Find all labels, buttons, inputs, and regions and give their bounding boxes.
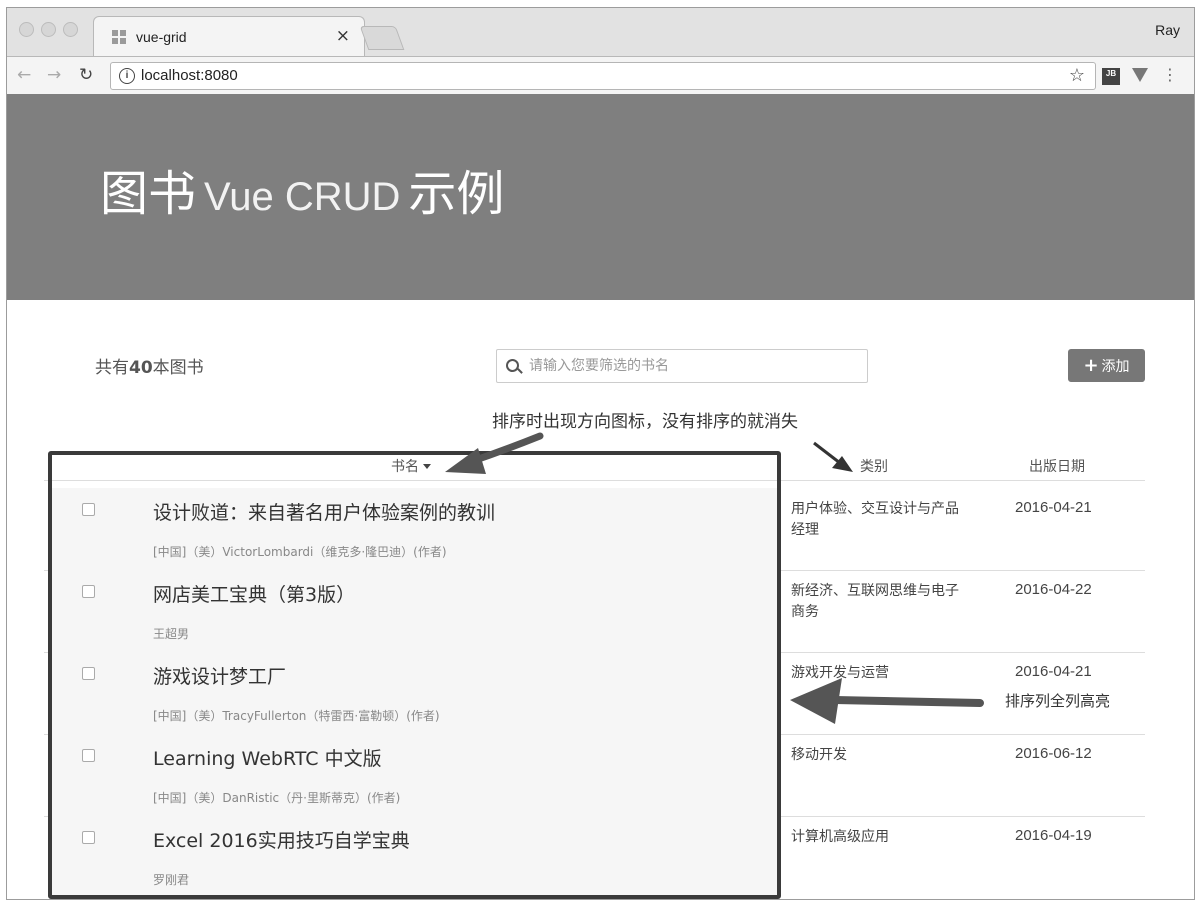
add-book-button[interactable]: + 添加 — [1068, 349, 1145, 382]
annotation-highlight-note: 排序列全列高亮 — [1005, 692, 1111, 710]
profile-name[interactable]: Ray — [1155, 22, 1180, 38]
book-count: 共有40本图书 — [95, 353, 204, 378]
page-title-en: Vue CRUD — [204, 175, 401, 219]
row-checkbox[interactable] — [82, 503, 95, 516]
book-author: [中国]（美）TracyFullerton（特雷西·富勒顿）(作者) — [153, 709, 440, 723]
tab-strip: vue-grid × Ray — [7, 8, 1194, 57]
back-arrow-icon[interactable]: ← — [17, 65, 31, 85]
table-row: 设计败道：来自著名用户体验案例的教训 [中国]（美）VictorLombardi… — [44, 488, 1145, 571]
row-checkbox[interactable] — [82, 667, 95, 680]
book-date: 2016-04-21 — [1015, 663, 1092, 680]
search-icon — [506, 359, 519, 372]
column-header-date[interactable]: 出版日期 — [1029, 456, 1085, 476]
book-title: Learning WebRTC 中文版 — [153, 748, 382, 770]
address-bar[interactable]: i localhost:8080 ☆ — [110, 62, 1096, 90]
row-checkbox[interactable] — [82, 749, 95, 762]
search-box — [496, 349, 868, 383]
url-text[interactable]: localhost:8080 — [141, 67, 238, 84]
table-header: 书名 类别 出版日期 — [44, 448, 1145, 481]
book-author: [中国]（美）DanRistic（丹·里斯蒂克）(作者) — [153, 791, 401, 805]
window-minimize-dot[interactable] — [41, 22, 56, 37]
column-header-title[interactable]: 书名 — [391, 456, 431, 476]
reload-icon[interactable]: ↻ — [79, 65, 93, 85]
tab-close-icon[interactable]: × — [336, 26, 350, 46]
book-category: 游戏开发与运营 — [791, 665, 889, 681]
browser-toolbar: ← → ↻ i localhost:8080 ☆ JB ⋮ — [7, 56, 1194, 95]
vue-devtools-icon[interactable] — [1132, 68, 1148, 82]
page-title: 图书 Vue CRUD 示例 — [100, 154, 504, 224]
favicon-grid-icon — [112, 30, 126, 44]
annotation-sort-icon-note: 排序时出现方向图标，没有排序的就消失 — [492, 412, 798, 432]
window-close-dot[interactable] — [19, 22, 34, 37]
column-header-title-label: 书名 — [391, 459, 419, 475]
tab-title: vue-grid — [136, 29, 187, 45]
book-author: 罗刚君 — [153, 873, 190, 887]
book-date: 2016-04-19 — [1015, 827, 1092, 844]
window-zoom-dot[interactable] — [63, 22, 78, 37]
book-count-value: 40 — [129, 358, 153, 378]
sort-caret-down-icon — [423, 464, 431, 469]
table-row: Learning WebRTC 中文版 [中国]（美）DanRistic（丹·里… — [44, 734, 1145, 817]
table-row: 游戏设计梦工厂 [中国]（美）TracyFullerton（特雷西·富勒顿）(作… — [44, 652, 1145, 735]
book-category: 新经济、互联网思维与电子商务 — [791, 583, 959, 620]
table-row: 网店美工宝典（第3版） 王超男 新经济、互联网思维与电子商务 2016-04-2… — [44, 570, 1145, 653]
table-row: Excel 2016实用技巧自学宝典 罗刚君 计算机高级应用 2016-04-1… — [44, 816, 1145, 898]
book-category: 用户体验、交互设计与产品经理 — [791, 501, 959, 538]
book-count-prefix: 共有 — [95, 358, 129, 378]
plus-icon: + — [1083, 355, 1099, 376]
info-icon[interactable]: i — [119, 68, 135, 84]
column-header-category[interactable]: 类别 — [860, 456, 888, 476]
add-button-label: 添加 — [1101, 359, 1130, 375]
hero-banner: 图书 Vue CRUD 示例 — [7, 94, 1194, 300]
row-checkbox[interactable] — [82, 831, 95, 844]
menu-dots-icon[interactable]: ⋮ — [1162, 65, 1178, 84]
book-date: 2016-04-22 — [1015, 581, 1092, 598]
book-count-suffix: 本图书 — [152, 358, 204, 378]
browser-tab[interactable]: vue-grid × — [93, 16, 365, 57]
jetbrains-extension-icon[interactable]: JB — [1102, 68, 1120, 85]
book-title: 游戏设计梦工厂 — [153, 666, 287, 688]
row-checkbox[interactable] — [82, 585, 95, 598]
new-tab-button[interactable] — [359, 26, 405, 50]
page-title-cn-right: 示例 — [408, 166, 505, 222]
page-title-cn-left: 图书 — [100, 166, 197, 222]
forward-arrow-icon[interactable]: → — [47, 65, 61, 85]
book-date: 2016-06-12 — [1015, 745, 1092, 762]
book-title: 网店美工宝典（第3版） — [153, 584, 356, 606]
book-title: 设计败道：来自著名用户体验案例的教训 — [153, 502, 496, 524]
book-category: 移动开发 — [791, 747, 847, 763]
book-author: [中国]（美）VictorLombardi（维克多·隆巴迪）(作者) — [153, 545, 447, 559]
book-title: Excel 2016实用技巧自学宝典 — [153, 830, 410, 852]
book-category: 计算机高级应用 — [791, 829, 889, 845]
book-date: 2016-04-21 — [1015, 499, 1092, 516]
search-input[interactable] — [527, 354, 861, 378]
bookmark-star-icon[interactable]: ☆ — [1069, 65, 1085, 86]
book-author: 王超男 — [153, 627, 190, 641]
